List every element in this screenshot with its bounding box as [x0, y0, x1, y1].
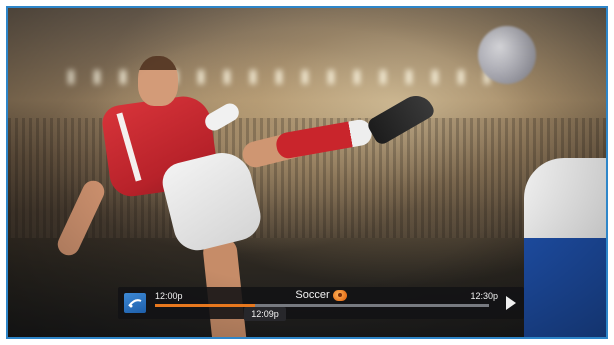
- playback-info-bar[interactable]: 12:00p Soccer 12:30p: [118, 287, 524, 319]
- progress-bar[interactable]: [155, 304, 489, 307]
- progress-fill: [155, 304, 256, 307]
- program-title-wrap: Soccer: [118, 289, 524, 301]
- program-end-time: 12:30p: [470, 291, 498, 301]
- rating-badge-icon: [332, 289, 347, 301]
- current-time-badge: 12:09p: [244, 307, 286, 321]
- program-title: Soccer: [295, 289, 330, 302]
- play-icon[interactable]: [506, 296, 516, 310]
